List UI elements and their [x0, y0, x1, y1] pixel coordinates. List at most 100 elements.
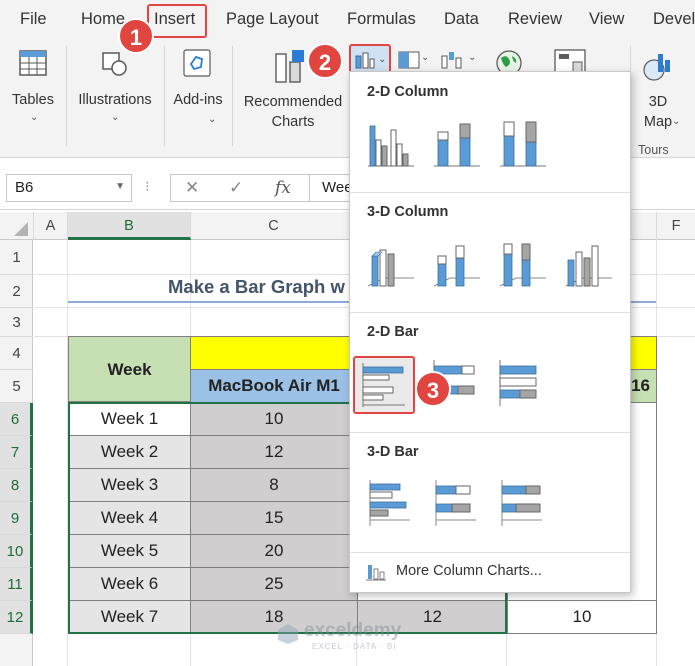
- tab-review[interactable]: Review: [508, 10, 562, 29]
- 3d-100-stacked-bar-icon[interactable]: [496, 476, 550, 530]
- clustered-bar-icon: [362, 363, 405, 407]
- week-cell[interactable]: Week 7: [68, 600, 191, 634]
- step-marker-1: 1: [118, 18, 154, 54]
- value-cell[interactable]: 25: [190, 567, 358, 601]
- name-box-value: B6: [15, 179, 34, 196]
- drag-handle-icon[interactable]: ⁝: [145, 178, 149, 195]
- week-cell[interactable]: Week 1: [68, 402, 191, 436]
- column-chart-dropdown: 2-D Column 3-D Column 2-D Bar 3-D Bar Mo…: [349, 71, 631, 593]
- name-box[interactable]: B6 ▼: [6, 174, 132, 202]
- value-cell[interactable]: 12: [190, 435, 358, 469]
- row-header-5[interactable]: 5: [0, 370, 33, 403]
- tab-home[interactable]: Home: [81, 10, 125, 29]
- section-2d-bar: 2-D Bar: [367, 324, 419, 340]
- menu-divider: [350, 552, 630, 553]
- chevron-down-icon: ⌄: [378, 54, 387, 65]
- tab-formulas[interactable]: Formulas: [347, 10, 416, 29]
- addins-button[interactable]: Add-ins ⌄: [170, 44, 226, 128]
- 100-stacked-column-icon[interactable]: [496, 116, 550, 170]
- menu-divider: [350, 192, 630, 193]
- row-header-8[interactable]: 8: [0, 469, 33, 502]
- illustrations-label: Illustrations: [78, 92, 152, 108]
- addins-label: Add-ins: [173, 92, 223, 108]
- recommended-charts-icon: [275, 50, 304, 83]
- 3d-100-stacked-column-icon[interactable]: [496, 236, 550, 290]
- column-header-f[interactable]: F: [657, 212, 695, 240]
- section-3d-column: 3-D Column: [367, 204, 449, 220]
- 3d-stacked-column-icon[interactable]: [430, 236, 484, 290]
- hierarchy-chart-icon: [398, 51, 420, 69]
- row-header-9[interactable]: 9: [0, 502, 33, 535]
- week-cell[interactable]: Week 5: [68, 534, 191, 568]
- row-header-6[interactable]: 6: [0, 403, 33, 436]
- 3d-map-icon: [643, 54, 670, 81]
- section-3d-bar: 3-D Bar: [367, 444, 419, 460]
- row-header-12[interactable]: 12: [0, 601, 33, 634]
- 3d-column-icon[interactable]: [562, 236, 616, 290]
- chevron-down-icon: ⌄: [208, 114, 217, 125]
- tab-insert-highlight: [147, 4, 207, 38]
- column-chart-icon: [366, 565, 386, 581]
- tab-data[interactable]: Data: [444, 10, 479, 29]
- 3d-map-button[interactable]: 3D Map ⌄: [634, 44, 682, 136]
- 3d-clustered-column-icon[interactable]: [364, 236, 418, 290]
- tab-developer[interactable]: Devel: [653, 10, 695, 29]
- value-cell[interactable]: 15: [190, 501, 358, 535]
- more-column-charts-link[interactable]: More Column Charts...: [366, 560, 616, 586]
- row-header-7[interactable]: 7: [0, 436, 33, 469]
- clustered-column-icon[interactable]: [364, 116, 418, 170]
- stacked-column-icon[interactable]: [430, 116, 484, 170]
- cancel-icon[interactable]: ✕: [185, 178, 199, 198]
- week-cell[interactable]: Week 2: [68, 435, 191, 469]
- clustered-bar-option[interactable]: [353, 356, 415, 414]
- value-cell[interactable]: 8: [190, 468, 358, 502]
- recommended-charts-label: Recommended Charts: [243, 94, 343, 130]
- step-marker-3: 3: [415, 371, 451, 407]
- row-header-2[interactable]: 2: [0, 275, 33, 308]
- insert-waterfall-chart-button[interactable]: ⌄: [438, 46, 478, 74]
- tab-page-layout[interactable]: Page Layout: [226, 10, 319, 29]
- column-header-b[interactable]: B: [68, 212, 191, 240]
- value-cell[interactable]: 20: [190, 534, 358, 568]
- enter-icon[interactable]: ✓: [229, 178, 243, 198]
- 100-stacked-bar-icon[interactable]: [496, 356, 550, 410]
- exceldemy-watermark: exceldemy EXCEL · DATA · BI: [272, 618, 452, 662]
- insert-hierarchy-chart-button[interactable]: ⌄: [396, 46, 432, 74]
- 3d-clustered-bar-icon[interactable]: [364, 476, 418, 530]
- row-headers: 1 2 3 4 5 6 7 8 9 10 11 12: [0, 240, 33, 666]
- row-header-4[interactable]: 4: [0, 337, 33, 370]
- chevron-down-icon[interactable]: ▼: [115, 181, 125, 192]
- column-chart-icon: [355, 52, 375, 69]
- section-2d-column: 2-D Column: [367, 84, 449, 100]
- tab-view[interactable]: View: [589, 10, 624, 29]
- week-cell[interactable]: Week 4: [68, 501, 191, 535]
- waterfall-chart-icon: [441, 52, 462, 69]
- insert-function-icon[interactable]: fx: [275, 178, 291, 198]
- row-header-3[interactable]: 3: [0, 308, 33, 337]
- illustrations-button[interactable]: Illustrations ⌄: [72, 44, 158, 128]
- tab-file[interactable]: File: [20, 10, 47, 29]
- column-header-a[interactable]: A: [34, 212, 68, 240]
- table-icon: [19, 50, 47, 76]
- chevron-down-icon: ⌄: [421, 52, 430, 63]
- tables-button[interactable]: Tables ⌄: [6, 44, 60, 128]
- row-header-11[interactable]: 11: [0, 568, 33, 601]
- ribbon-tab-bar: File Home Insert Page Layout Formulas Da…: [0, 0, 695, 40]
- week-header-cell[interactable]: Week: [68, 336, 191, 402]
- shapes-icon: [102, 52, 127, 76]
- value-cell[interactable]: 10: [190, 402, 358, 436]
- chevron-down-icon: ⌄: [672, 116, 681, 127]
- select-all-corner[interactable]: [0, 212, 34, 240]
- row-header-1[interactable]: 1: [0, 240, 33, 275]
- tours-group-label: Tours: [638, 143, 669, 157]
- value-cell[interactable]: 10: [507, 600, 657, 634]
- more-column-charts-label: More Column Charts...: [396, 563, 542, 579]
- watermark-tagline: EXCEL · DATA · BI: [312, 642, 397, 651]
- row-header-10[interactable]: 10: [0, 535, 33, 568]
- macbook-air-header-cell[interactable]: MacBook Air M1: [190, 369, 358, 403]
- 3d-stacked-bar-icon[interactable]: [430, 476, 484, 530]
- column-header-c[interactable]: C: [191, 212, 357, 240]
- week-cell[interactable]: Week 3: [68, 468, 191, 502]
- week-cell[interactable]: Week 6: [68, 567, 191, 601]
- chevron-down-icon: ⌄: [111, 112, 120, 123]
